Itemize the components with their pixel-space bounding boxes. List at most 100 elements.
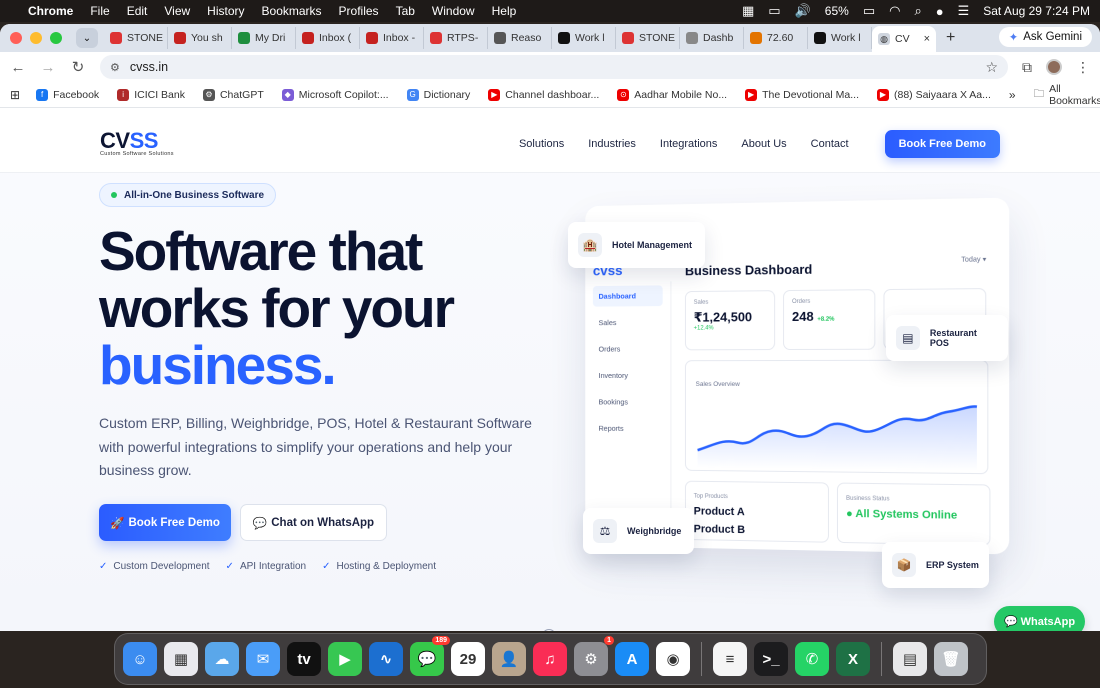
kpi-value: ₹1,24,500 bbox=[694, 309, 767, 325]
spotlight-search-icon[interactable]: ⌕ bbox=[914, 3, 921, 19]
dock-trash-icon[interactable]: 🗑 bbox=[934, 642, 968, 676]
tab-item[interactable]: Inbox ( bbox=[296, 27, 360, 49]
dock-chrome-icon[interactable]: ◉ bbox=[656, 642, 690, 676]
nav-book-demo-button[interactable]: Book Free Demo bbox=[885, 130, 1000, 158]
reload-icon[interactable]: ↻ bbox=[70, 58, 86, 76]
close-window-button[interactable] bbox=[10, 32, 22, 44]
tab-item[interactable]: STONE bbox=[104, 27, 168, 49]
profile-avatar[interactable] bbox=[1046, 59, 1062, 75]
menu-tab[interactable]: Tab bbox=[396, 4, 415, 18]
calendar-icon[interactable]: ▦ bbox=[742, 3, 754, 19]
dock-weather-icon[interactable]: ☁ bbox=[205, 642, 239, 676]
battery-percent[interactable]: 65% bbox=[825, 4, 849, 18]
forward-arrow-icon[interactable]: → bbox=[40, 59, 56, 76]
tab-item[interactable]: 72.60 bbox=[744, 27, 808, 49]
menu-view[interactable]: View bbox=[164, 4, 190, 18]
dock-app-store-icon[interactable]: A bbox=[615, 642, 649, 676]
chat-on-whatsapp-button[interactable]: 💬 Chat on WhatsApp bbox=[240, 504, 387, 541]
nav-integrations[interactable]: Integrations bbox=[660, 138, 717, 150]
dock-calendar-icon[interactable]: 29 bbox=[451, 642, 485, 676]
bookmark-item[interactable]: ⚙ ChatGPT bbox=[203, 89, 264, 101]
tab-search-chevron-icon[interactable]: ⌄ bbox=[76, 28, 98, 48]
bookmark-favicon-icon: ⚙ bbox=[203, 89, 215, 101]
tab-item[interactable]: Dashb bbox=[680, 27, 744, 49]
control-center-icon[interactable]: ☰ bbox=[958, 3, 970, 19]
tab-item[interactable]: Reaso bbox=[488, 27, 552, 49]
dock-excel-icon[interactable]: X bbox=[836, 642, 870, 676]
dock-terminal-icon[interactable]: >_ bbox=[754, 642, 788, 676]
all-bookmarks-folder[interactable]: 🗀 All Bookmarks bbox=[1034, 83, 1100, 107]
tab-item[interactable]: You sh bbox=[168, 27, 232, 49]
dock-finder-icon[interactable]: ☺ bbox=[123, 642, 157, 676]
bookmark-item[interactable]: ▶ The Devotional Ma... bbox=[745, 89, 859, 101]
chrome-menu-kebab-icon[interactable]: ⋮ bbox=[1076, 59, 1090, 76]
bookmark-favicon-icon: ▶ bbox=[488, 89, 500, 101]
menu-edit[interactable]: Edit bbox=[127, 4, 148, 18]
menu-history[interactable]: History bbox=[207, 4, 244, 18]
bookmark-item[interactable]: i ICICI Bank bbox=[117, 89, 185, 101]
dock-contacts-icon[interactable]: 👤 bbox=[492, 642, 526, 676]
tab-active[interactable]: ◍ CV × bbox=[872, 26, 936, 52]
feature-label: Custom Development bbox=[113, 561, 209, 572]
bookmark-star-icon[interactable]: ☆ bbox=[985, 59, 998, 76]
book-free-demo-button[interactable]: 🚀 Book Free Demo bbox=[99, 504, 231, 541]
hero-subtext: Custom ERP, Billing, Weighbridge, POS, H… bbox=[99, 412, 539, 483]
apps-grid-icon[interactable]: ⊞ bbox=[10, 88, 20, 102]
dock-launchpad-icon[interactable]: ▦ bbox=[164, 642, 198, 676]
menu-app-name[interactable]: Chrome bbox=[28, 4, 73, 18]
ask-gemini-button[interactable]: ✦ Ask Gemini bbox=[999, 27, 1092, 47]
menu-file[interactable]: File bbox=[90, 4, 109, 18]
extensions-puzzle-icon[interactable]: ⧉ bbox=[1022, 59, 1032, 76]
new-tab-plus-icon[interactable]: + bbox=[946, 29, 955, 47]
bookmark-item[interactable]: ◆ Microsoft Copilot:... bbox=[282, 89, 389, 101]
dock-textedit-icon[interactable]: ≡ bbox=[713, 642, 747, 676]
menu-help[interactable]: Help bbox=[492, 4, 517, 18]
url-text[interactable]: cvss.in bbox=[130, 60, 168, 74]
zoom-window-button[interactable] bbox=[50, 32, 62, 44]
bookmark-item[interactable]: f Facebook bbox=[36, 89, 99, 101]
address-bar[interactable]: ⚙ cvss.in ☆ bbox=[100, 55, 1008, 79]
back-arrow-icon[interactable]: ← bbox=[10, 59, 26, 76]
bookmark-item[interactable]: G Dictionary bbox=[407, 89, 471, 101]
site-logo[interactable]: CVSS Custom Software Solutions bbox=[100, 131, 174, 157]
nav-about-us[interactable]: About Us bbox=[741, 138, 786, 150]
menu-window[interactable]: Window bbox=[432, 4, 475, 18]
nav-solutions[interactable]: Solutions bbox=[519, 138, 564, 150]
menubar-clock[interactable]: Sat Aug 29 7:24 PM bbox=[983, 4, 1090, 18]
dock-mail-icon[interactable]: ✉ bbox=[246, 642, 280, 676]
more-bookmarks-chevron-icon[interactable]: » bbox=[1009, 88, 1016, 102]
bookmark-item[interactable]: ⊙ Aadhar Mobile No... bbox=[617, 89, 727, 101]
minimize-window-button[interactable] bbox=[30, 32, 42, 44]
volume-icon[interactable]: 🔊 bbox=[795, 3, 811, 19]
site-info-icon[interactable]: ⚙ bbox=[110, 61, 120, 74]
menu-profiles[interactable]: Profiles bbox=[339, 4, 379, 18]
tab-label: Work l bbox=[575, 32, 605, 44]
kpi-label: Sales bbox=[694, 299, 767, 306]
tab-item[interactable]: Inbox - bbox=[360, 27, 424, 49]
wifi-icon[interactable]: ◠ bbox=[889, 3, 900, 19]
nav-contact[interactable]: Contact bbox=[811, 138, 849, 150]
whatsapp-float-button[interactable]: 💬 WhatsApp bbox=[994, 606, 1085, 631]
dock-apple-tv-icon[interactable]: tv bbox=[287, 642, 321, 676]
nav-industries[interactable]: Industries bbox=[588, 138, 636, 150]
battery-icon[interactable]: ▭ bbox=[863, 3, 875, 19]
tab-item[interactable]: Work l bbox=[808, 27, 872, 49]
user-avatar-icon[interactable]: ● bbox=[936, 4, 944, 19]
dock-music-icon[interactable]: ♫ bbox=[533, 642, 567, 676]
headline-line-1: Software that bbox=[99, 223, 453, 280]
tab-item[interactable]: STONE bbox=[616, 27, 680, 49]
menu-bookmarks[interactable]: Bookmarks bbox=[262, 4, 322, 18]
dock-system-settings-icon[interactable]: ⚙ 1 bbox=[574, 642, 608, 676]
tab-item[interactable]: My Dri bbox=[232, 27, 296, 49]
tab-item[interactable]: Work l bbox=[552, 27, 616, 49]
dock-whatsapp-icon[interactable]: ✆ bbox=[795, 642, 829, 676]
display-icon[interactable]: ▭ bbox=[768, 3, 780, 19]
dock-facetime-icon[interactable]: ▶ bbox=[328, 642, 362, 676]
bookmark-item[interactable]: ▶ (88) Saiyaara X Aa... bbox=[877, 89, 991, 101]
dock-messages-icon[interactable]: 💬 189 bbox=[410, 642, 444, 676]
tab-item[interactable]: RTPS- bbox=[424, 27, 488, 49]
bookmark-item[interactable]: ▶ Channel dashboar... bbox=[488, 89, 599, 101]
dock-downloads-stack-icon[interactable]: ▤ bbox=[893, 642, 927, 676]
close-tab-icon[interactable]: × bbox=[924, 33, 930, 45]
dock-freeform-icon[interactable]: ∿ bbox=[369, 642, 403, 676]
